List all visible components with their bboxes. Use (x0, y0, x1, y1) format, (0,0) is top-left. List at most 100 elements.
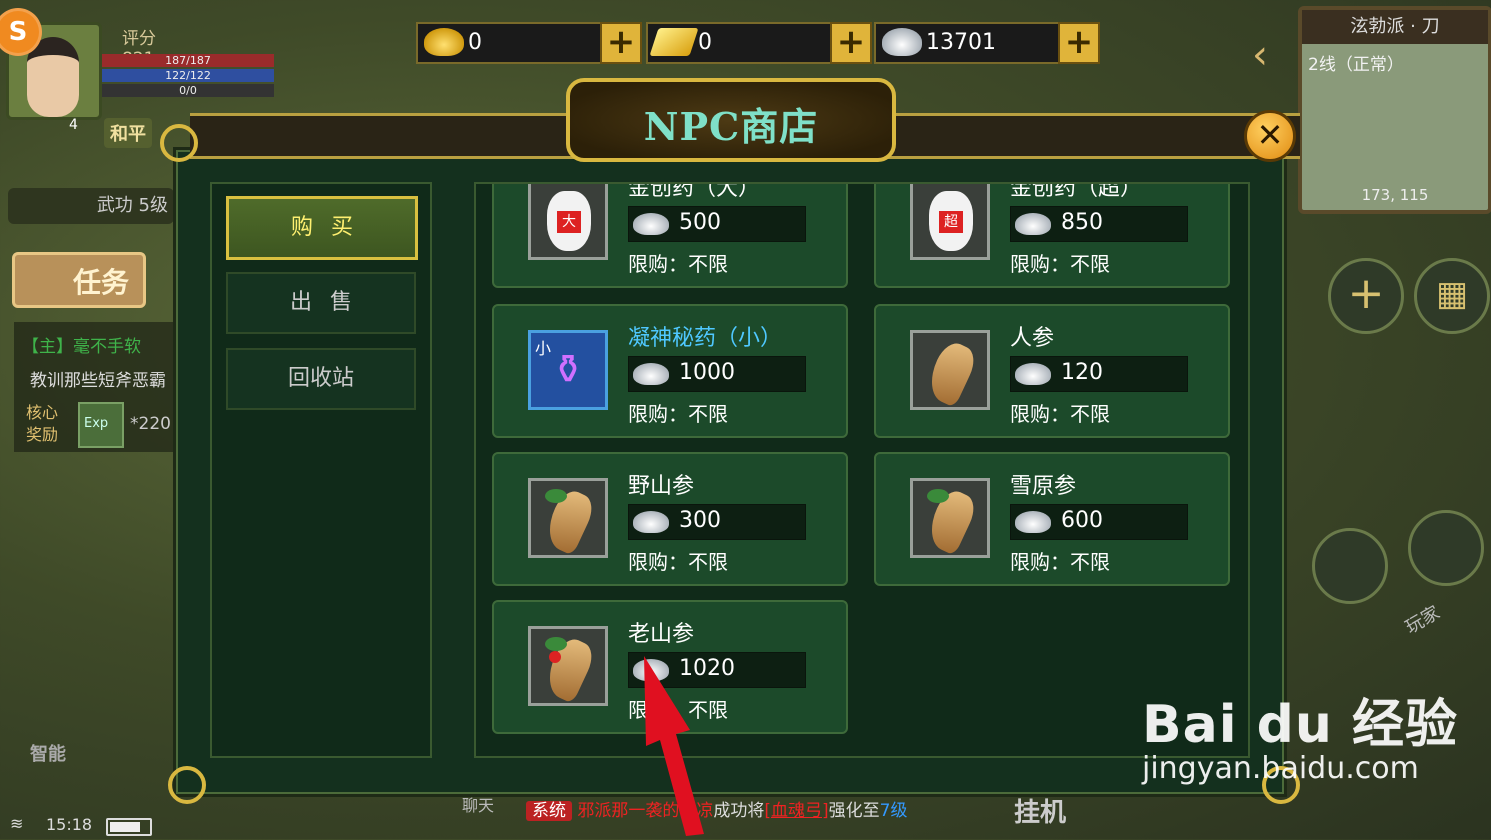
add-skill-button[interactable]: + (1328, 258, 1404, 334)
server-line[interactable]: 2线（正常） (1308, 50, 1404, 75)
root-shape (922, 338, 980, 407)
gold-bar-icon (649, 28, 699, 56)
price-box: 1000 (628, 356, 806, 392)
silver-ingot-icon (882, 28, 922, 56)
item-name: 野山参 (628, 474, 695, 499)
currency-gold-ingot: 0 + (416, 22, 642, 64)
item-price: 600 (1061, 508, 1103, 533)
price-box: 600 (1010, 504, 1188, 540)
smart-button[interactable]: 智能 (30, 740, 66, 766)
shop-item[interactable]: 野山参 300 限购：不限 (492, 452, 848, 586)
collapse-arrow-icon[interactable]: ‹ (1252, 32, 1268, 78)
leaf-shape (927, 489, 949, 503)
shop-item[interactable]: 大 金创药（大） 500 限购：不限 (492, 182, 848, 288)
ginseng-icon (910, 330, 990, 410)
item-price: 300 (679, 508, 721, 533)
sp-bar: 0/0 (102, 84, 274, 97)
msg-level: 7级 (879, 801, 908, 821)
tab-recycle[interactable]: 回收站 (226, 348, 416, 410)
item-price: 1000 (679, 360, 735, 385)
gold-ingot-value: 0 (468, 30, 482, 55)
clock: 15:18 (46, 815, 93, 834)
skill-slot-1[interactable] (1312, 528, 1388, 604)
snow-ginseng-icon (910, 478, 990, 558)
purchase-limit: 限购：不限 (628, 550, 728, 574)
jar-badge: 大 (557, 211, 581, 233)
quest-tracker[interactable]: 【主】毫不手软 教训那些短斧恶霸 核心奖励 Exp *220 (14, 322, 180, 452)
price-box: 300 (628, 504, 806, 540)
close-button[interactable]: ✕ (1244, 110, 1296, 162)
chat-tab[interactable]: 聊天 (462, 792, 494, 816)
purchase-limit: 限购：不限 (1010, 252, 1110, 276)
martial-level[interactable]: 武功 5级 (8, 188, 174, 224)
system-message: 系统 邪派那一袭的微凉成功将[血魂弓]强化至7级 (526, 796, 908, 821)
gold-bar-value: 0 (698, 30, 712, 55)
add-gold-ingot-button[interactable]: + (600, 22, 642, 64)
silver-coin-icon (1015, 363, 1051, 385)
tab-sell[interactable]: 出售 (226, 272, 416, 334)
hp-bar: 187/187 (102, 54, 274, 67)
silver-coin-icon (1015, 213, 1051, 235)
shop-item[interactable]: 超 金创药（超） 850 限购：不限 (874, 182, 1230, 288)
menu-grid-icon[interactable]: ▦ (1414, 258, 1490, 334)
map-title: 泫勃派 · 刀 (1302, 10, 1488, 44)
msg-item-link[interactable]: [血魂弓] (764, 801, 828, 821)
mp-bar: 122/122 (102, 69, 274, 82)
gold-ingot-icon (424, 28, 464, 56)
shop-item[interactable]: 人参 120 限购：不限 (874, 304, 1230, 438)
medicine-jar-icon: 超 (910, 184, 990, 260)
item-name: 人参 (1010, 326, 1055, 351)
exp-reward-icon: Exp (78, 402, 124, 448)
skill-slot-2[interactable] (1408, 510, 1484, 586)
quest-title: 【主】毫不手软 (22, 337, 141, 357)
add-gold-bar-button[interactable]: + (830, 22, 872, 64)
purchase-limit: 限购：不限 (628, 402, 728, 426)
task-button[interactable]: 任务 (12, 252, 146, 308)
potion-glyph: ⚱ (551, 347, 585, 393)
currency-silver: 13701 + (874, 22, 1100, 64)
item-name: 金创药（大） (628, 182, 761, 201)
leaf-shape (545, 489, 567, 503)
pk-mode-button[interactable]: 和平 (104, 118, 152, 148)
currency-gold-bar: 0 + (646, 22, 872, 64)
annotation-arrow-icon (644, 656, 704, 836)
player-label[interactable]: 玩家 (1400, 599, 1444, 640)
silver-coin-icon (633, 363, 669, 385)
system-tag: 系统 (526, 801, 572, 821)
shop-item[interactable]: 小 ⚱ 凝神秘药（小） 1000 限购：不限 (492, 304, 848, 438)
shop-item[interactable]: 雪原参 600 限购：不限 (874, 452, 1230, 586)
auto-hang-button[interactable]: 挂机 (1014, 792, 1066, 829)
msg-text-2: 强化至 (828, 801, 880, 821)
item-price: 850 (1061, 210, 1103, 235)
tab-buy[interactable]: 购买 (226, 196, 418, 260)
purchase-limit: 限购：不限 (628, 252, 728, 276)
reward-value: *220 (130, 414, 171, 434)
minimap[interactable]: 泫勃派 · 刀 2线（正常） 173, 115 (1298, 6, 1491, 214)
price-box: 120 (1010, 356, 1188, 392)
wild-ginseng-icon (528, 478, 608, 558)
jar-badge: 超 (939, 211, 963, 233)
player-hud: 4 S 评分 821 187/187 122/122 0/0 和平 武功 5级 … (0, 0, 274, 839)
watermark: Bai du 经验 jingyan.baidu.com (1142, 682, 1458, 786)
exp-icon-text: Exp (84, 416, 109, 431)
map-coords: 173, 115 (1361, 186, 1429, 204)
corner-ornament-icon (160, 124, 198, 162)
quest-desc: 教训那些短斧恶霸 (30, 371, 166, 391)
item-name: 雪原参 (1010, 474, 1077, 499)
item-name: 凝神秘药（小） (628, 326, 783, 351)
berry-shape (549, 651, 561, 663)
silver-value: 13701 (926, 30, 996, 55)
shop-title: NPC商店 (643, 104, 819, 149)
player-level: 4 (69, 117, 78, 133)
add-silver-button[interactable]: + (1058, 22, 1100, 64)
price-box: 500 (628, 206, 806, 242)
old-ginseng-icon (528, 626, 608, 706)
purchase-limit: 限购：不限 (1010, 550, 1110, 574)
item-name: 金创药（超） (1010, 182, 1143, 201)
price-box: 850 (1010, 206, 1188, 242)
potion-bottle-icon: 小 ⚱ (528, 330, 608, 410)
battery-icon (106, 818, 152, 836)
item-list[interactable]: 大 金创药（大） 500 限购：不限 超 金创药（超） 850 限购：不限 小 … (474, 182, 1250, 758)
title-plate: NPC商店 (566, 78, 896, 162)
item-name: 老山参 (628, 622, 695, 647)
